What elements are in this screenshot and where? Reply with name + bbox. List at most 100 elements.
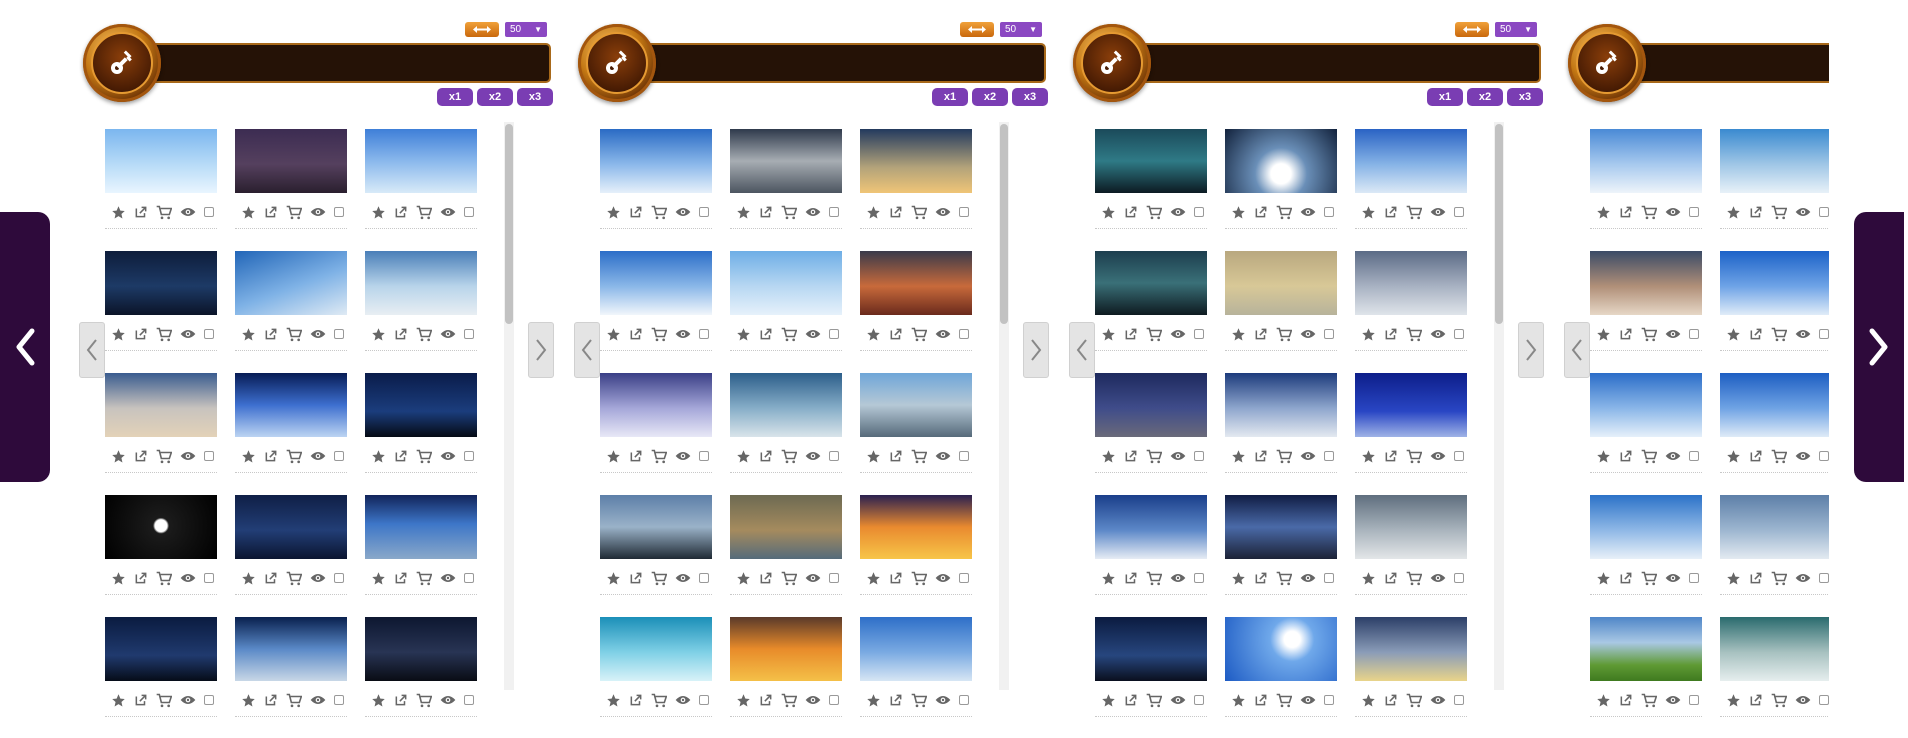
share-icon[interactable] [1384,327,1398,341]
star-icon[interactable] [606,571,621,586]
select-checkbox[interactable] [1194,329,1204,339]
star-icon[interactable] [371,327,386,342]
eye-icon[interactable] [1300,450,1316,462]
swap-button[interactable] [1455,22,1489,37]
cart-icon[interactable] [1641,693,1657,708]
thumbnail-image[interactable] [1590,129,1702,193]
select-checkbox[interactable] [1454,207,1464,217]
thumbnail-image[interactable] [1095,617,1207,681]
select-checkbox[interactable] [1689,573,1699,583]
cart-icon[interactable] [1146,571,1162,586]
select-checkbox[interactable] [1324,573,1334,583]
panel-next-button[interactable] [1023,322,1049,378]
eye-icon[interactable] [440,450,456,462]
eye-icon[interactable] [180,694,196,706]
panel-next-button[interactable] [1518,322,1544,378]
eye-icon[interactable] [1170,328,1186,340]
share-icon[interactable] [889,205,903,219]
eye-icon[interactable] [310,206,326,218]
eye-icon[interactable] [1665,694,1681,706]
key-badge[interactable] [83,24,161,102]
cart-icon[interactable] [1406,571,1422,586]
select-checkbox[interactable] [959,329,969,339]
star-icon[interactable] [371,693,386,708]
star-icon[interactable] [1231,449,1246,464]
cart-icon[interactable] [156,693,172,708]
eye-icon[interactable] [1795,328,1811,340]
key-badge[interactable] [578,24,656,102]
select-checkbox[interactable] [1194,695,1204,705]
eye-icon[interactable] [1795,572,1811,584]
cart-icon[interactable] [1406,693,1422,708]
select-checkbox[interactable] [829,573,839,583]
thumbnail-image[interactable] [105,495,217,559]
star-icon[interactable] [1596,205,1611,220]
cart-icon[interactable] [911,205,927,220]
eye-icon[interactable] [440,206,456,218]
star-icon[interactable] [866,327,881,342]
eye-icon[interactable] [1430,328,1446,340]
cart-icon[interactable] [1771,327,1787,342]
star-icon[interactable] [111,571,126,586]
eye-icon[interactable] [310,572,326,584]
star-icon[interactable] [1361,571,1376,586]
eye-icon[interactable] [805,328,821,340]
cart-icon[interactable] [156,327,172,342]
select-checkbox[interactable] [204,695,214,705]
thumbnail-image[interactable] [1225,617,1337,681]
thumbnail-image[interactable] [1720,617,1829,681]
eye-icon[interactable] [1665,572,1681,584]
cart-icon[interactable] [651,693,667,708]
key-badge[interactable] [1568,24,1646,102]
select-checkbox[interactable] [464,329,474,339]
thumbnail-image[interactable] [860,373,972,437]
thumbnail-image[interactable] [730,129,842,193]
eye-icon[interactable] [1665,328,1681,340]
share-icon[interactable] [134,205,148,219]
select-checkbox[interactable] [1454,329,1464,339]
star-icon[interactable] [1361,693,1376,708]
select-checkbox[interactable] [1454,451,1464,461]
thumbnail-image[interactable] [1225,373,1337,437]
eye-icon[interactable] [440,572,456,584]
share-icon[interactable] [134,693,148,707]
select-checkbox[interactable] [1454,573,1464,583]
scale-button-x1[interactable]: x1 [1427,88,1463,106]
share-icon[interactable] [1749,449,1763,463]
select-checkbox[interactable] [1819,451,1829,461]
thumbnail-image[interactable] [1355,251,1467,315]
share-icon[interactable] [1384,571,1398,585]
share-icon[interactable] [629,449,643,463]
select-checkbox[interactable] [1689,329,1699,339]
star-icon[interactable] [111,693,126,708]
cart-icon[interactable] [781,571,797,586]
share-icon[interactable] [759,693,773,707]
select-checkbox[interactable] [464,573,474,583]
thumbnail-image[interactable] [730,373,842,437]
share-icon[interactable] [1254,571,1268,585]
eye-icon[interactable] [1430,694,1446,706]
select-checkbox[interactable] [1324,695,1334,705]
select-checkbox[interactable] [334,695,344,705]
cart-icon[interactable] [911,571,927,586]
star-icon[interactable] [1596,693,1611,708]
thumbnail-image[interactable] [1590,251,1702,315]
star-icon[interactable] [1361,205,1376,220]
cart-icon[interactable] [416,693,432,708]
star-icon[interactable] [1101,571,1116,586]
thumbnail-image[interactable] [1225,129,1337,193]
cart-icon[interactable] [416,327,432,342]
thumbnail-image[interactable] [365,251,477,315]
cart-icon[interactable] [781,205,797,220]
select-checkbox[interactable] [1324,451,1334,461]
thumbnail-image[interactable] [365,495,477,559]
thumbnail-image[interactable] [730,617,842,681]
star-icon[interactable] [736,571,751,586]
eye-icon[interactable] [1795,694,1811,706]
star-icon[interactable] [371,449,386,464]
thumbnail-image[interactable] [105,251,217,315]
share-icon[interactable] [1124,571,1138,585]
swap-button[interactable] [960,22,994,37]
thumbnail-image[interactable] [1590,373,1702,437]
items-per-page-select[interactable]: 50 ▼ [505,22,547,37]
